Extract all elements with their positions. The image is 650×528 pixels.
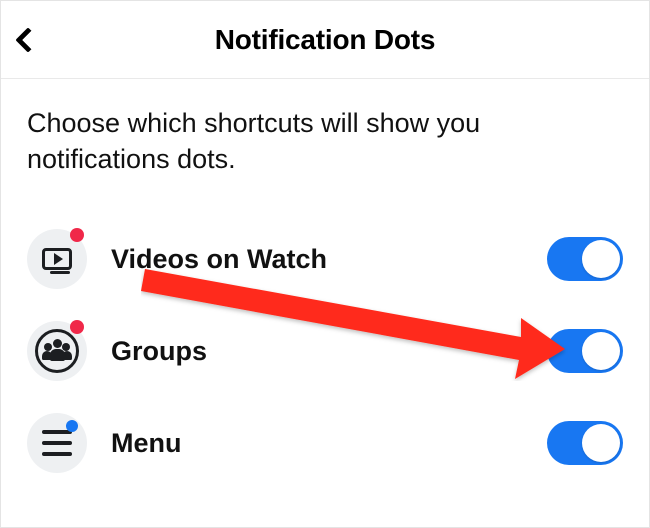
toggle-knob <box>582 424 620 462</box>
toggle-knob <box>582 332 620 370</box>
shortcut-label: Menu <box>111 428 547 459</box>
section-description: Choose which shortcuts will show you not… <box>27 105 623 177</box>
videos-on-watch-icon <box>27 229 87 289</box>
toggle-menu[interactable] <box>547 421 623 465</box>
settings-screen: Notification Dots Choose which shortcuts… <box>0 0 650 528</box>
toggle-knob <box>582 240 620 278</box>
shortcut-row-groups: Groups <box>27 305 623 397</box>
shortcut-row-videos-on-watch: Videos on Watch <box>27 213 623 305</box>
content-area: Choose which shortcuts will show you not… <box>1 79 649 489</box>
groups-icon <box>27 321 87 381</box>
toggle-groups[interactable] <box>547 329 623 373</box>
page-title: Notification Dots <box>215 24 436 56</box>
shortcut-label: Videos on Watch <box>111 244 547 275</box>
menu-icon <box>27 413 87 473</box>
notification-dot-icon <box>70 320 84 334</box>
shortcut-label: Groups <box>111 336 547 367</box>
shortcut-row-menu: Menu <box>27 397 623 489</box>
back-button[interactable] <box>19 1 69 79</box>
header-bar: Notification Dots <box>1 1 649 79</box>
chevron-left-icon <box>15 27 40 52</box>
notification-dot-icon <box>70 228 84 242</box>
toggle-videos-on-watch[interactable] <box>547 237 623 281</box>
notification-dot-icon <box>66 420 78 432</box>
